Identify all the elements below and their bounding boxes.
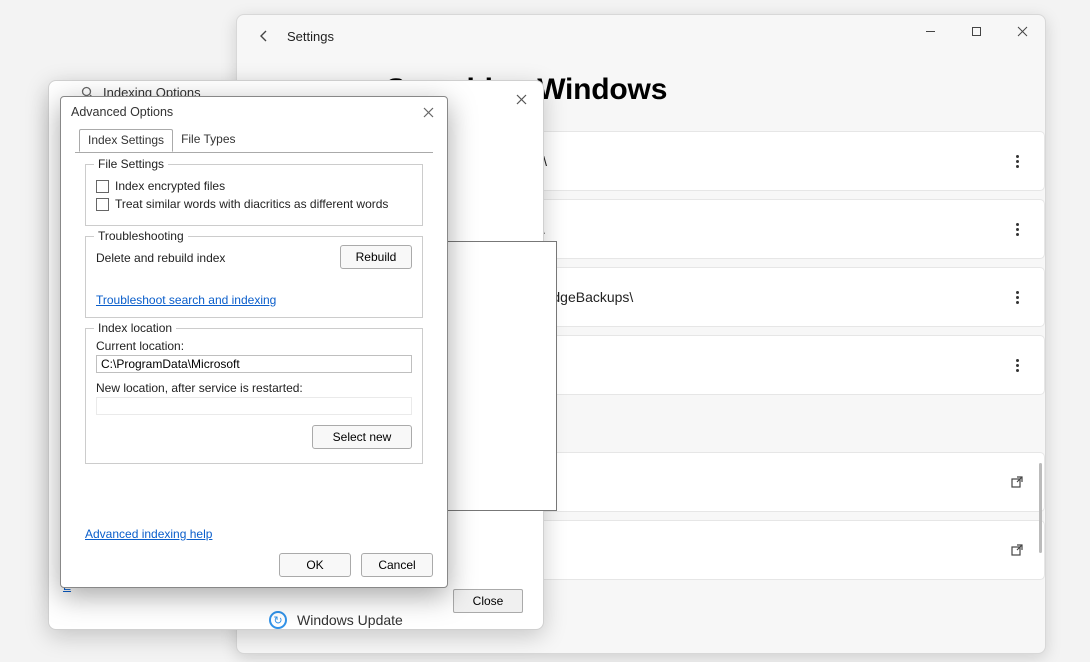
file-settings-group-title: File Settings bbox=[94, 157, 168, 171]
popout-icon bbox=[1006, 475, 1028, 489]
back-button[interactable] bbox=[249, 21, 279, 51]
windows-update-nav[interactable]: ↻ Windows Update bbox=[269, 611, 403, 629]
index-location-group-title: Index location bbox=[94, 321, 176, 335]
window-controls bbox=[907, 15, 1045, 47]
index-encrypted-label: Index encrypted files bbox=[115, 179, 225, 193]
delete-rebuild-label: Delete and rebuild index bbox=[96, 251, 225, 265]
advanced-options-dialog: Advanced Options Index Settings File Typ… bbox=[60, 96, 448, 588]
settings-titlebar: Settings bbox=[237, 15, 1045, 57]
settings-app-title: Settings bbox=[287, 29, 334, 44]
indexing-close-footer-button[interactable]: Close bbox=[453, 589, 523, 613]
rebuild-button[interactable]: Rebuild bbox=[340, 245, 412, 269]
troubleshooting-group-title: Troubleshooting bbox=[94, 229, 188, 243]
tab-index-settings[interactable]: Index Settings bbox=[79, 129, 173, 152]
tab-file-types[interactable]: File Types bbox=[173, 129, 243, 152]
advanced-options-title: Advanced Options bbox=[61, 97, 447, 127]
new-location-label: New location, after service is restarted… bbox=[96, 381, 412, 395]
file-settings-group: File Settings Index encrypted files Trea… bbox=[85, 164, 423, 226]
indexing-close-button[interactable] bbox=[507, 85, 535, 113]
diacritics-checkbox[interactable] bbox=[96, 198, 109, 211]
more-options-button[interactable] bbox=[1006, 359, 1028, 372]
update-icon: ↻ bbox=[269, 611, 287, 629]
current-location-label: Current location: bbox=[96, 339, 412, 353]
more-options-button[interactable] bbox=[1006, 291, 1028, 304]
more-options-button[interactable] bbox=[1006, 223, 1028, 236]
cancel-button[interactable]: Cancel bbox=[361, 553, 433, 577]
new-location-field[interactable] bbox=[96, 397, 412, 415]
troubleshooting-group: Troubleshooting Delete and rebuild index… bbox=[85, 236, 423, 318]
close-button[interactable] bbox=[999, 15, 1045, 47]
select-new-button[interactable]: Select new bbox=[312, 425, 412, 449]
minimize-button[interactable] bbox=[907, 15, 953, 47]
maximize-button[interactable] bbox=[953, 15, 999, 47]
index-encrypted-checkbox[interactable] bbox=[96, 180, 109, 193]
ok-button[interactable]: OK bbox=[279, 553, 351, 577]
more-options-button[interactable] bbox=[1006, 155, 1028, 168]
advanced-dialog-buttons: OK Cancel bbox=[279, 553, 433, 577]
current-location-field[interactable] bbox=[96, 355, 412, 373]
advanced-tabs: Index Settings File Types bbox=[61, 129, 447, 153]
index-location-group: Index location Current location: New loc… bbox=[85, 328, 423, 464]
advanced-help-link[interactable]: Advanced indexing help bbox=[85, 527, 212, 541]
troubleshoot-link[interactable]: Troubleshoot search and indexing bbox=[96, 293, 276, 307]
diacritics-label: Treat similar words with diacritics as d… bbox=[115, 197, 388, 211]
scrollbar[interactable] bbox=[1035, 73, 1043, 643]
popout-icon bbox=[1006, 543, 1028, 557]
windows-update-label: Windows Update bbox=[297, 612, 403, 628]
advanced-close-button[interactable] bbox=[415, 101, 441, 123]
